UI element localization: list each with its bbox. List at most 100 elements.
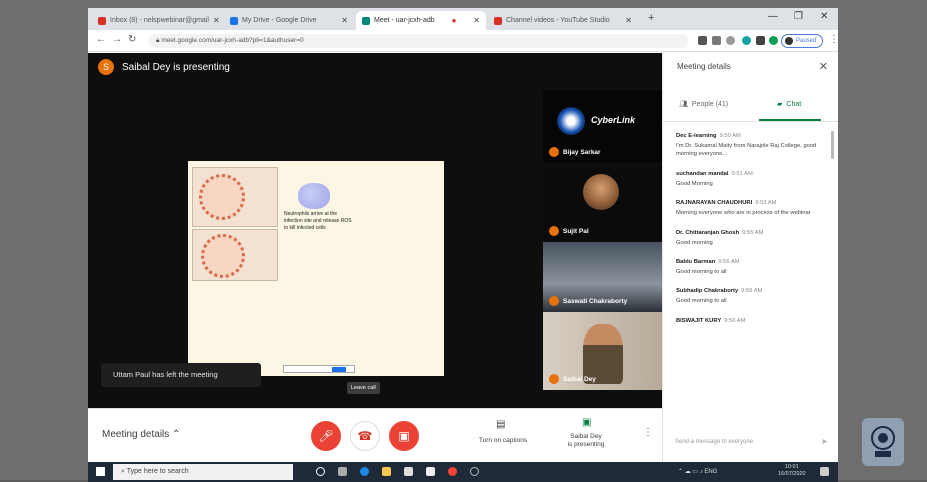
message-text: Morning everyone who are in process of t… [676,210,811,217]
emblem-graphic [871,426,895,457]
clock-time: 10:01 [784,464,799,470]
settings-icon[interactable] [470,467,479,476]
chat-message: suchandan mandal 9:51 AM Good Morning [676,171,830,188]
chat-message: Subhadip Chakraborty 9:56 AM Good morning… [676,288,830,305]
tab-title: Channel videos - YouTube Studio [506,17,610,24]
chat-message: Bablu Barman 9:56 AM Good morning to all [676,259,830,276]
message-header: Dr. Chittaranjan Ghosh 9:55 AM [676,230,830,236]
taskbar-search-box[interactable]: ⌕ Type here to search [113,464,293,480]
participant-name-text: Sujit Pal [563,227,589,235]
participant-tile[interactable]: Saibal Dey [543,312,662,390]
cyberlink-logo-icon [557,107,585,135]
message-header: Bablu Barman 9:56 AM [676,259,830,265]
slide-nav-controls[interactable] [283,365,355,373]
close-tab-icon[interactable]: ✕ [209,16,220,25]
participant-tile[interactable]: Saswati Chakraborty [543,242,662,312]
close-tab-icon[interactable]: ✕ [337,16,348,25]
translate-icon[interactable] [712,36,721,45]
message-time: 9:56 AM [724,317,746,324]
chat-message: BISWAJIT KURY 9:56 AM [676,318,830,324]
chat-message: RAJNARAYAN CHAUDHURI 9:53 AM Morning ever… [676,200,830,217]
notification-icon[interactable] [820,467,829,476]
forward-icon[interactable]: → [112,34,122,45]
present-icon: ▣ [582,417,592,428]
profile-paused-button[interactable]: Paused [781,34,823,48]
message-time: 9:50 AM [719,133,741,139]
close-tab-icon[interactable]: ✕ [469,16,480,25]
address-bar[interactable]: 🔒︎ meet.google.com/uar-jcxh-adb?pli=1&au… [148,34,688,48]
slide-nav-button[interactable] [332,367,346,372]
cyberlink-logo-text: CyberLink [591,115,636,125]
store-icon[interactable] [404,467,413,476]
chat-message-input[interactable]: Send a message to everyone [675,439,753,445]
camera-icon[interactable] [698,36,707,45]
windows-taskbar: ⌕ Type here to search ⌃ ☁ ▭ ♪ ENG 10:01 … [88,462,838,482]
leave-call-tooltip: Leave call [347,382,380,394]
send-icon[interactable]: ➤ [821,437,828,446]
desktop-screen: Inbox (8) - nelspwebinar@gmail ✕ My Driv… [88,8,838,482]
participant-name: Saswati Chakraborty [549,296,627,306]
tab-chat[interactable]: ▰ Chat [777,100,801,109]
browser-tab-meet[interactable]: Meet - uar-jcxh-adb ● ✕ [356,11,486,30]
extension-teal-icon[interactable] [742,36,751,45]
puzzle-icon[interactable] [756,36,765,45]
mic-off-button[interactable]: 🎤︎ [311,421,341,451]
tab-title: My Drive - Google Drive [242,17,317,24]
tab-title: Meet - uar-jcxh-adb [374,17,435,24]
star-icon[interactable] [726,36,735,45]
browser-tab-drive[interactable]: My Drive - Google Drive ✕ [224,11,354,30]
captions-button[interactable]: Turn on captions [468,437,538,445]
chat-scrollbar[interactable] [831,131,834,159]
message-sender: RAJNARAYAN CHAUDHURI [676,200,753,207]
participant-name-text: Saibal Dey [563,375,596,383]
task-view-icon[interactable] [338,467,347,476]
file-explorer-icon[interactable] [382,467,391,476]
cell-diagram-bottom [192,229,278,281]
system-tray[interactable]: ⌃ ☁ ▭ ♪ ENG [678,468,717,475]
close-tab-icon[interactable]: ✕ [621,16,632,25]
hang-up-icon: ☎︎ [357,429,373,443]
message-sender: Dr. Chittaranjan Ghosh [676,229,740,236]
reload-icon[interactable]: ↻ [128,34,136,45]
participant-tile[interactable]: Sujit Pal [543,166,662,242]
more-menu-icon[interactable]: ⋮ [829,34,838,45]
presenting-button[interactable]: Saibal Dey is presenting [554,433,618,449]
gmail-icon [98,16,106,25]
meeting-details-panel: Meeting details ✕ 👥︎ People (41) ▰ Chat … [662,53,838,462]
taskbar-clock[interactable]: 10:01 16/07/2020 [778,464,806,478]
meeting-details-button[interactable]: Meeting details ⌃ [102,429,180,440]
video-frame: Inbox (8) - nelspwebinar@gmail ✕ My Driv… [0,0,927,482]
edge-icon[interactable] [360,467,369,476]
participant-tile[interactable]: CyberLink Bijay Sarkar [543,91,662,163]
more-options-icon[interactable]: ⋮ [643,427,653,438]
close-window-icon[interactable]: ✕ [820,11,828,22]
youtube-icon [494,16,502,25]
mic-off-icon: 🎤︎ [318,429,334,443]
leave-call-button[interactable]: ☎︎ [350,421,380,451]
close-panel-icon[interactable]: ✕ [819,60,828,73]
message-text: Good morning to all [676,298,727,305]
new-tab-icon[interactable]: + [648,12,654,24]
cortana-icon[interactable] [316,467,325,476]
chrome-icon[interactable] [448,467,457,476]
camera-off-button[interactable]: ▣ [389,421,419,451]
participant-name-text: Bijay Sarkar [563,148,601,156]
back-icon[interactable]: ← [96,34,106,45]
browser-tab-gmail[interactable]: Inbox (8) - nelspwebinar@gmail ✕ [92,11,222,30]
paused-label: Paused [796,38,817,44]
presenter-text: Saibal Dey is presenting [122,61,230,73]
minimize-icon[interactable]: — [768,11,778,22]
message-text: Good morning [676,239,713,246]
browser-tab-youtube[interactable]: Channel videos - YouTube Studio ✕ [488,11,638,30]
windows-start-icon[interactable] [96,467,105,476]
maximize-icon[interactable]: ❐ [794,11,803,22]
meet-stage: S Saibal Dey is presenting Neutrophils a… [88,53,662,408]
neutrophil-illustration [298,183,330,209]
message-text: Good morning to all [676,268,727,275]
people-tab-label: People (41) [691,100,729,108]
captions-icon: ▤ [496,419,506,430]
extension-green-icon[interactable] [769,36,778,45]
tab-people[interactable]: 👥︎ People (41) [679,100,729,109]
message-header: Dec E-learning 9:50 AM [676,133,830,139]
mail-icon[interactable] [426,467,435,476]
